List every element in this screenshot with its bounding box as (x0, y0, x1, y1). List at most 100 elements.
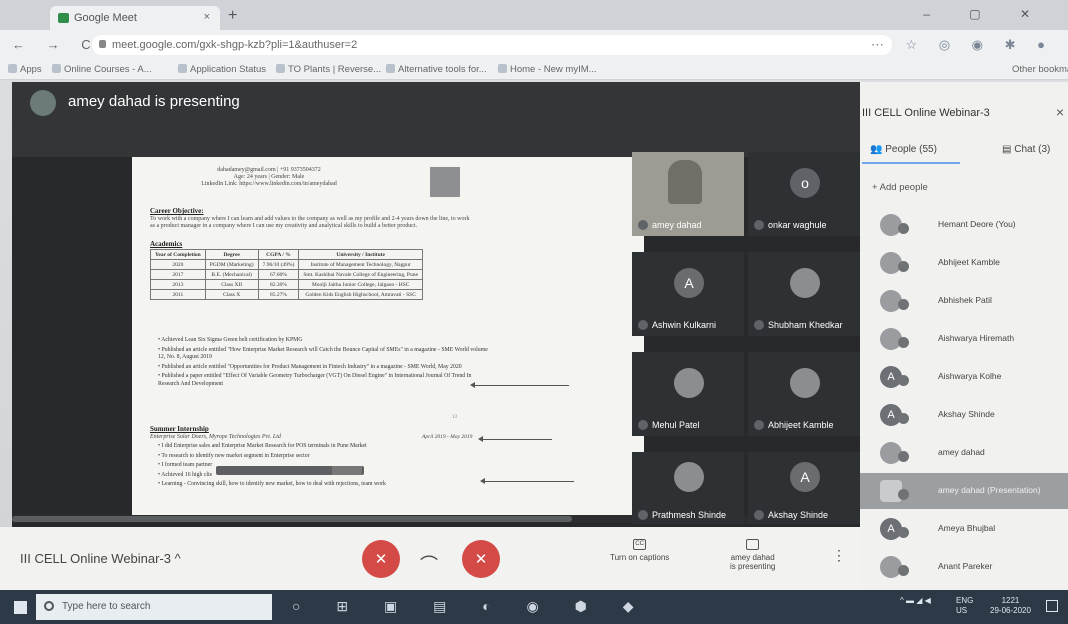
mic-off-icon (754, 320, 764, 330)
participant-tile[interactable]: Mehul Patel (632, 352, 744, 436)
list-item[interactable]: amey dahad (Presentation) (860, 473, 1068, 509)
close-icon[interactable]: × (1056, 104, 1064, 120)
bookmarks-bar: Apps Online Courses - A... Application S… (0, 60, 1068, 80)
participant-tile[interactable]: A Akshay Shinde (748, 452, 860, 524)
annotation-arrow (470, 382, 569, 388)
list-item[interactable]: Hemant Deore (You) (860, 207, 1068, 243)
mic-off-icon (898, 527, 909, 538)
meeting-details-button[interactable]: III CELL Online Webinar-3 ^ (20, 551, 181, 566)
chevron-up-icon: ^ (174, 551, 181, 566)
tab-chat[interactable]: ▤ Chat (3) (1002, 144, 1050, 155)
address-bar-row: ← → C meet.google.com/gxk-shgp-kzb?pli=1… (0, 30, 1068, 60)
mic-off-icon (638, 420, 648, 430)
mic-icon (898, 451, 909, 462)
bookmark-home[interactable]: Home - New myIM... (498, 64, 597, 75)
academics-table: Year of Completion Degree CGPA / % Unive… (150, 249, 423, 300)
annotation-arrow (478, 436, 552, 442)
list-item[interactable]: A Aishwarya Kolhe (860, 359, 1068, 395)
mic-off-icon (898, 413, 909, 424)
presenting-button[interactable]: amey dahad is presenting (730, 539, 775, 571)
resume-photo (430, 167, 460, 197)
stop-sharing-button[interactable] (332, 466, 362, 475)
avatar (674, 462, 704, 492)
mic-off-icon (898, 261, 909, 272)
mic-off-icon (754, 510, 764, 520)
avatar (30, 90, 56, 116)
page-number: 13 (452, 415, 457, 420)
present-screen-icon (746, 539, 760, 550)
notification-icon[interactable] (1046, 600, 1058, 612)
extension-icons[interactable]: ⋯ ☆ ◎ ◉ ✱ ● (871, 37, 1054, 53)
tab-close-icon[interactable]: × (204, 11, 210, 23)
tab-people[interactable]: 👥 People (55) (870, 144, 937, 155)
list-item: • To research to identify new market seg… (158, 452, 310, 459)
system-tray-icons[interactable]: ^ ▬ ◢ ◀ (900, 596, 931, 606)
list-item[interactable]: Aishwarya Hiremath (860, 321, 1068, 357)
apps-icon (8, 64, 17, 73)
participant-tile[interactable]: o onkar waghule (748, 152, 860, 236)
other-bookmarks[interactable]: Other bookmarks (1012, 64, 1068, 75)
add-people-button[interactable]: + Add people (872, 182, 928, 193)
bookmark-alternative-tools[interactable]: Alternative tools for... (386, 64, 487, 75)
participant-tile-camera[interactable]: amey dahad (632, 152, 744, 236)
list-item[interactable]: amey dahad (860, 435, 1068, 471)
taskbar-search[interactable]: Type here to search (36, 594, 272, 620)
windows-start-icon[interactable] (14, 601, 27, 614)
table-row: 2013 Class XII 82.30% Moolji Jaitha Junior … (150, 279, 423, 290)
lock-icon (99, 40, 106, 48)
more-options-button[interactable]: ⋮ (832, 547, 846, 564)
shared-screen-document[interactable]: dahadamey@gmail.com | +91 9373504372 Age… (132, 157, 644, 515)
mic-off-icon (638, 510, 648, 520)
camera-toggle-button[interactable]: ✕ (462, 540, 500, 578)
taskbar-app-icons[interactable]: ○ ⊞ ▣ ▤ ◐ ◉ ⬢ ◆ (292, 598, 650, 615)
table-row: 2017 B.E. (Mechanical) 67.60% Smt. Kashibai… (150, 269, 423, 280)
internship-title: Summer Internship (150, 425, 209, 433)
list-item[interactable]: Abhijeet Kamble (860, 245, 1068, 281)
meeting-controls-bar: III CELL Online Webinar-3 ^ ✕ ⌒ ✕ CC Tur… (0, 527, 860, 590)
people-panel: III CELL Online Webinar-3 × 👥 People (55… (860, 82, 1068, 590)
mic-off-icon (898, 223, 909, 234)
bookmark-apps[interactable]: Apps (8, 64, 42, 75)
participant-tile[interactable]: A Ashwin Kulkarni (632, 252, 744, 336)
language-indicator[interactable]: ENG US (956, 596, 973, 616)
captions-icon: CC (633, 539, 647, 550)
mic-off-icon (898, 565, 909, 576)
mic-toggle-button[interactable]: ✕ (362, 540, 400, 578)
bookmark-icon (52, 64, 61, 73)
mic-off-icon (754, 420, 764, 430)
list-item[interactable]: A Ameya Bhujbal (860, 511, 1068, 547)
clock[interactable]: 1221 29-06-2020 (990, 596, 1031, 616)
list-item[interactable]: Abhishek Patil (860, 283, 1068, 319)
list-item: • I did Enterprise sales and Enterprise … (158, 443, 367, 449)
avatar (790, 368, 820, 398)
browser-tab[interactable]: Google Meet × (50, 6, 220, 30)
hang-up-button[interactable]: ⌒ (420, 551, 438, 577)
url-field[interactable]: meet.google.com/gxk-shgp-kzb?pli=1&authu… (92, 35, 892, 55)
new-tab-button[interactable]: + (228, 7, 237, 25)
scrollbar-thumb[interactable] (12, 516, 572, 522)
participant-tile[interactable]: Prathmesh Shinde (632, 452, 744, 524)
bookmark-icon (498, 64, 507, 73)
more-icon (754, 220, 764, 230)
bookmark-to-plants[interactable]: TO Plants | Reverse... (276, 64, 381, 75)
list-item[interactable]: A Akshay Shinde (860, 397, 1068, 433)
panel-title: III CELL Online Webinar-3 (862, 107, 990, 119)
bookmark-application-status[interactable]: Application Status (178, 64, 266, 75)
participant-tile[interactable]: Abhijeet Kamble (748, 352, 860, 436)
avatar: o (790, 168, 820, 198)
captions-button[interactable]: CC Turn on captions (610, 539, 669, 562)
camera-off-icon: ✕ (474, 551, 488, 568)
list-item: • Achieved Lean Six Sigma Green belt cer… (158, 337, 303, 343)
academics-title: Academics (150, 240, 183, 248)
mic-off-icon (898, 299, 909, 310)
meet-stage: amey dahad is presenting dahadamey@gmail… (12, 82, 860, 527)
bookmark-online-courses[interactable]: Online Courses - A... (52, 64, 152, 75)
list-item[interactable]: Anant Pareker (860, 549, 1068, 585)
nav-buttons[interactable]: ← → C (12, 37, 100, 52)
avatar: A (790, 462, 820, 492)
window-controls[interactable]: – ▢ ✕ (923, 7, 1048, 21)
participant-tile[interactable]: Shubham Khedkar (748, 252, 860, 336)
table-row: 2011 Class X 85.27% Golden Kids English Hig… (150, 289, 423, 300)
mic-off-icon: ✕ (374, 551, 388, 568)
windows-taskbar: Type here to search ○ ⊞ ▣ ▤ ◐ ◉ ⬢ ◆ ^ ▬ … (0, 590, 1068, 624)
